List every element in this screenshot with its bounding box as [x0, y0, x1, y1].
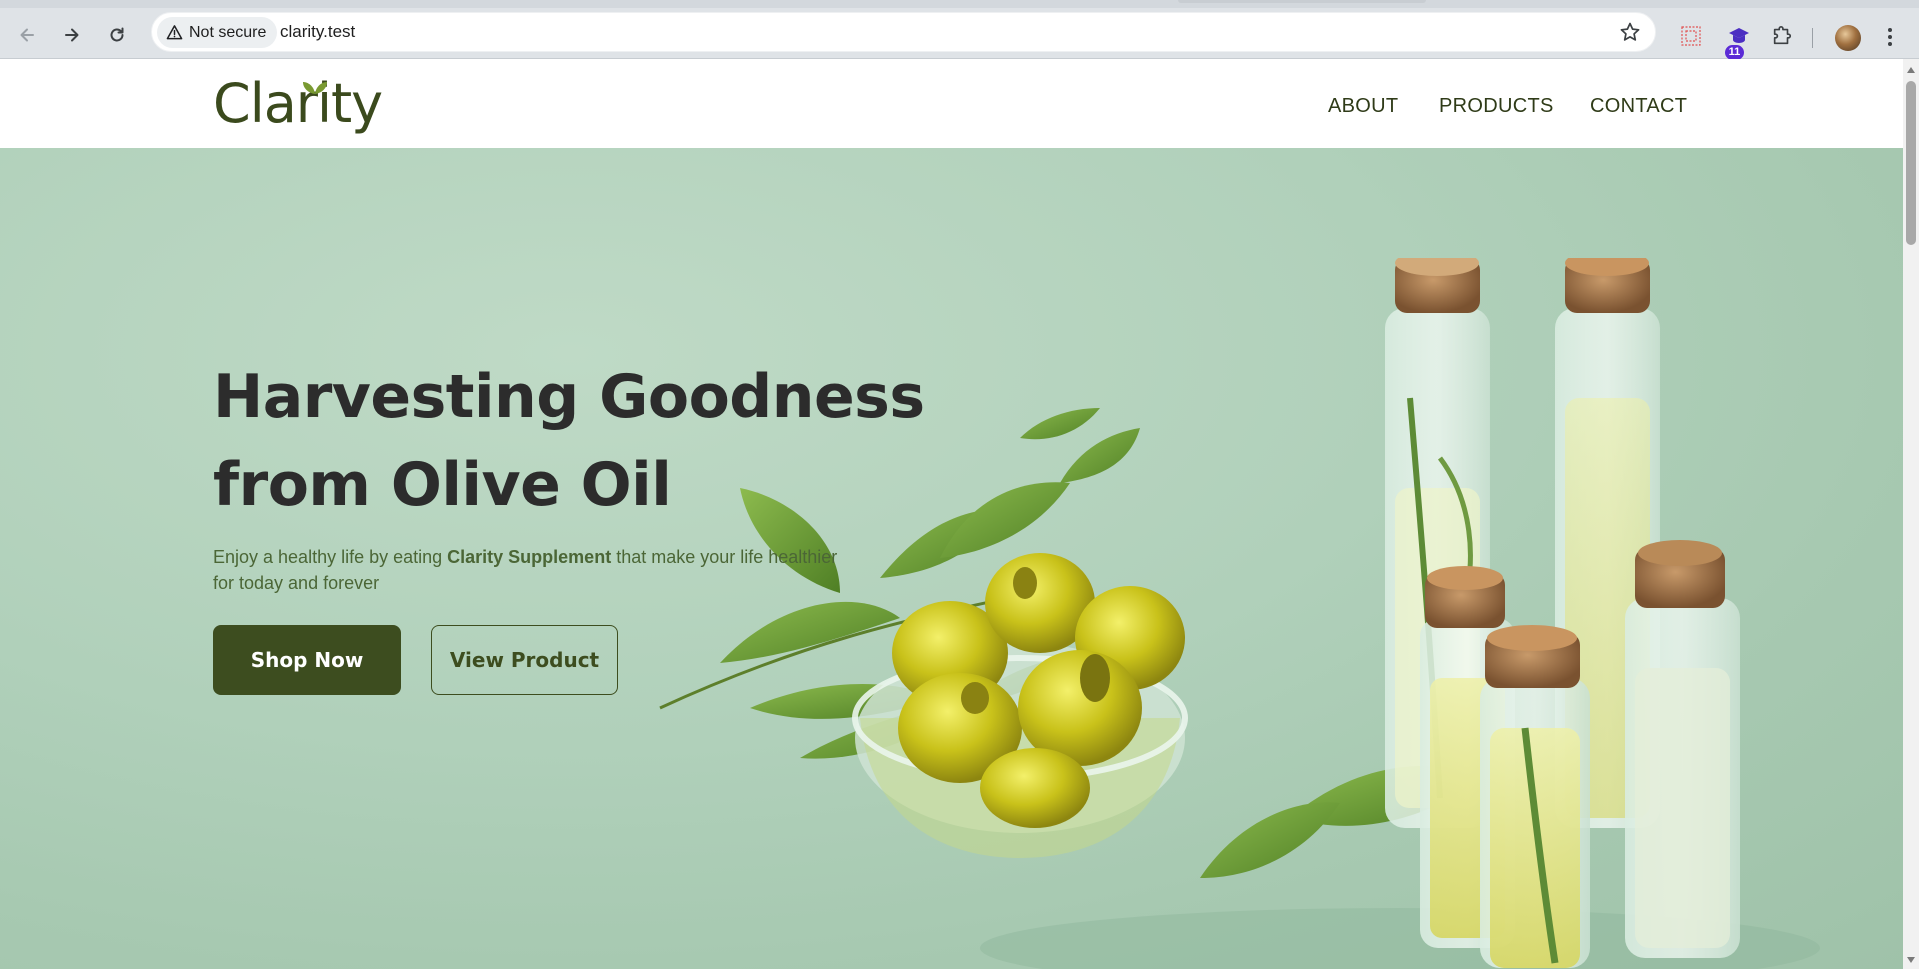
tab-indicator[interactable] [1178, 0, 1426, 3]
star-icon[interactable] [1619, 21, 1641, 43]
nav-contact[interactable]: CONTACT [1590, 95, 1687, 118]
forward-button[interactable] [55, 18, 89, 52]
subtext-brand: Clarity Supplement [447, 547, 612, 567]
address-bar[interactable]: Not secure clarity.test [151, 12, 1656, 52]
hero-headline: Harvesting Goodness from Olive Oil [213, 353, 973, 529]
security-label: Not secure [189, 23, 267, 41]
nav-products[interactable]: PRODUCTS [1439, 95, 1554, 118]
site-logo[interactable]: Clarity [213, 72, 383, 135]
page-scrollbar[interactable] [1903, 59, 1919, 969]
shop-now-button[interactable]: Shop Now [213, 625, 401, 695]
extensions-button[interactable] [1770, 24, 1794, 48]
extension-grid-icon [1681, 26, 1701, 46]
profile-avatar[interactable] [1835, 25, 1861, 51]
headline-line-2: from Olive Oil [213, 450, 672, 520]
forward-arrow-icon [65, 28, 79, 42]
headline-line-1: Harvesting Goodness [213, 362, 925, 432]
page-viewport: Clarity ABOUT PRODUCTS CONTACT Harvestin… [0, 59, 1903, 969]
site-header: Clarity ABOUT PRODUCTS CONTACT [0, 59, 1903, 148]
url-text[interactable]: clarity.test [280, 22, 355, 42]
subtext-intro: Enjoy a healthy life by eating [213, 547, 448, 567]
kebab-menu-icon[interactable] [1886, 26, 1894, 48]
browser-chrome: Not secure clarity.test 11 [0, 0, 1919, 60]
oil-bottles [1385, 258, 1740, 968]
view-product-button[interactable]: View Product [431, 625, 618, 695]
puzzle-icon [1773, 26, 1792, 45]
security-chip[interactable]: Not secure [157, 17, 278, 48]
scroll-thumb[interactable] [1906, 81, 1916, 245]
extension-grid-button[interactable] [1679, 24, 1703, 48]
tab-strip [0, 0, 1919, 8]
hero-subtext: Enjoy a healthy life by eating Clarity S… [213, 544, 853, 596]
scroll-down-arrow[interactable] [1907, 957, 1915, 963]
extension-badge: 11 [1725, 45, 1744, 60]
back-button[interactable] [10, 18, 44, 52]
reload-icon [110, 27, 124, 42]
warning-triangle-icon [166, 25, 183, 40]
nav-about[interactable]: ABOUT [1328, 95, 1398, 118]
leaf-icon [303, 82, 327, 94]
back-arrow-icon [20, 28, 34, 42]
reload-button[interactable] [100, 18, 134, 52]
scroll-up-arrow[interactable] [1907, 67, 1915, 73]
hero-section: Harvesting Goodness from Olive Oil Enjoy… [0, 148, 1903, 969]
toolbar-separator [1812, 28, 1813, 48]
browser-toolbar: Not secure clarity.test 11 [0, 8, 1919, 60]
